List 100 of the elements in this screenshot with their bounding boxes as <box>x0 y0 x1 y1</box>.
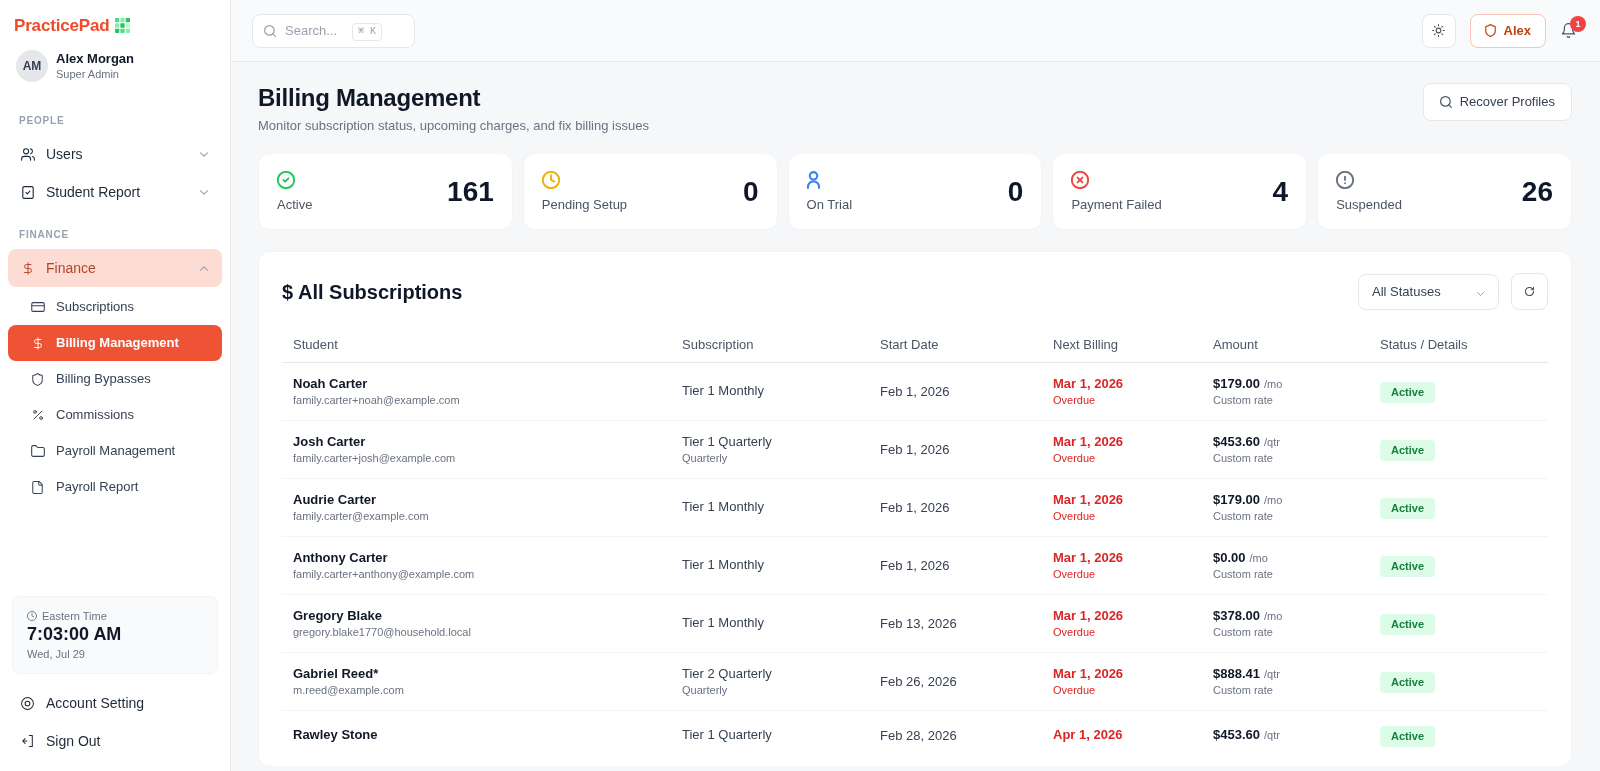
plan-interval: Quarterly <box>682 682 729 698</box>
billing-period: /mo <box>1249 550 1268 566</box>
chevron-down-icon <box>1477 291 1484 296</box>
stat-label: Active <box>277 196 313 213</box>
search-icon <box>264 24 276 37</box>
clock-time: 7:03:00 AM <box>27 623 123 645</box>
account-button[interactable]: Alex <box>1469 13 1546 48</box>
theme-toggle-button[interactable] <box>1421 13 1456 48</box>
rate-note: Custom rate <box>1213 566 1274 582</box>
student-name: Rawley Stone <box>293 725 379 744</box>
student-email: family.carter+anthony@example.com <box>293 566 476 582</box>
sidebar-item[interactable]: Commissions <box>8 397 222 433</box>
rate-note: Custom rate <box>1213 392 1274 408</box>
next-billing-date: Mar 1, 2026 <box>1053 606 1125 625</box>
start-date: Feb 13, 2026 <box>880 616 957 631</box>
stat-label: Pending Setup <box>541 196 628 213</box>
amount: $453.60 <box>1213 432 1260 451</box>
student-name: Noah Carter <box>293 374 369 393</box>
status-badge: Active <box>1380 614 1436 635</box>
recover-profiles-button[interactable]: Recover Profiles <box>1422 83 1572 121</box>
file-icon <box>32 480 43 494</box>
status-badge: Active <box>1380 556 1436 577</box>
start-date: Feb 1, 2026 <box>880 558 950 573</box>
sidebar-item[interactable]: Users <box>8 135 222 173</box>
overdue-label: Overdue <box>1053 450 1097 466</box>
student-email: gregory.blake1770@household.local <box>293 624 472 640</box>
sign-out-icon <box>22 735 33 747</box>
start-date: Feb 26, 2026 <box>880 674 957 689</box>
section-title: $ All Subscriptions <box>282 279 463 305</box>
status-filter-dropdown[interactable]: All Statuses <box>1358 273 1499 310</box>
column-header: Start Date <box>869 327 1042 362</box>
next-billing-date: Mar 1, 2026 <box>1053 664 1125 683</box>
page-title: Billing Management <box>258 83 482 113</box>
sidebar-item[interactable]: Billing Bypasses <box>8 361 222 397</box>
sidebar-item[interactable]: Account Setting <box>8 684 222 722</box>
status-badge: Active <box>1380 382 1436 403</box>
student-name: Audrie Carter <box>293 490 378 509</box>
billing-period: /qtr <box>1264 434 1280 450</box>
billing-period: /mo <box>1264 492 1283 508</box>
credit-card-icon <box>30 302 45 312</box>
plan-name: Tier 1 Monthly <box>682 382 765 400</box>
start-date: Feb 28, 2026 <box>880 727 957 743</box>
start-date: Feb 1, 2026 <box>880 384 950 399</box>
status-badge: Active <box>1380 440 1436 461</box>
grid-logo-icon <box>115 18 131 33</box>
user-name: Alex Morgan <box>56 51 134 67</box>
sidebar-item[interactable]: Billing Management <box>8 325 222 361</box>
sidebar-item[interactable]: Subscriptions <box>8 289 222 325</box>
shield-icon <box>32 372 43 386</box>
notification-badge: 1 <box>1570 16 1586 32</box>
status-badge: Active <box>1380 725 1436 747</box>
start-date: Feb 1, 2026 <box>880 442 950 457</box>
amount: $453.60 <box>1213 725 1260 744</box>
billing-period: /mo <box>1264 376 1283 392</box>
sidebar-item[interactable]: Payroll Report <box>8 469 222 505</box>
plan-name: Tier 1 Monthly <box>682 498 765 516</box>
student-name: Josh Carter <box>293 432 367 451</box>
sidebar-item[interactable]: Student Report <box>8 173 222 211</box>
next-billing-date: Mar 1, 2026 <box>1053 374 1125 393</box>
overdue-label: Overdue <box>1053 566 1097 582</box>
amount: $888.41 <box>1213 664 1260 683</box>
student-name: Gregory Blake <box>293 606 383 625</box>
column-header: Amount <box>1202 327 1369 362</box>
logo-text[interactable]: PracticePad <box>14 15 110 36</box>
section-heading: FINANCE <box>18 229 71 241</box>
rate-note: Custom rate <box>1213 682 1274 698</box>
notifications-button[interactable]: 1 <box>1561 16 1586 38</box>
next-billing-date: Mar 1, 2026 <box>1053 490 1125 509</box>
users-icon <box>20 147 35 161</box>
student-email: family.carter@example.com <box>293 508 430 524</box>
column-header: Next Billing <box>1042 327 1202 362</box>
plan-name: Tier 1 Quarterly <box>682 725 773 744</box>
refresh-button[interactable] <box>1511 273 1548 310</box>
overdue-label: Overdue <box>1053 508 1097 524</box>
amount: $179.00 <box>1213 490 1260 509</box>
stat-value: 161 <box>447 175 494 208</box>
amount: $179.00 <box>1213 374 1260 393</box>
dollar-icon <box>33 336 42 350</box>
stat-label: Payment Failed <box>1071 196 1162 213</box>
stat-label: Suspended <box>1336 196 1402 213</box>
section-heading: PEOPLE <box>18 115 66 127</box>
plan-name: Tier 1 Monthly <box>682 556 765 574</box>
percent-icon <box>32 410 43 420</box>
student-email: family.carter+noah@example.com <box>293 392 461 408</box>
sidebar-item[interactable]: Sign Out <box>8 722 222 760</box>
clock-icon <box>27 611 37 621</box>
billing-period: /mo <box>1264 608 1283 624</box>
rate-note: Custom rate <box>1213 508 1274 524</box>
folder-icon <box>30 445 45 457</box>
start-date: Feb 1, 2026 <box>880 500 950 515</box>
student-name: Anthony Carter <box>293 548 389 567</box>
sidebar-item[interactable]: Finance <box>8 249 222 287</box>
student-email: family.carter+josh@example.com <box>293 450 457 466</box>
shortcut-hint: ⌘ K <box>352 22 383 41</box>
checklist-icon <box>21 185 34 199</box>
sun-icon <box>1432 24 1446 37</box>
sidebar-item[interactable]: Payroll Management <box>8 433 222 469</box>
student-name: Gabriel Reed* <box>293 664 380 683</box>
timezone-label: Eastern Time <box>42 609 107 623</box>
stat-value: 26 <box>1521 175 1553 208</box>
